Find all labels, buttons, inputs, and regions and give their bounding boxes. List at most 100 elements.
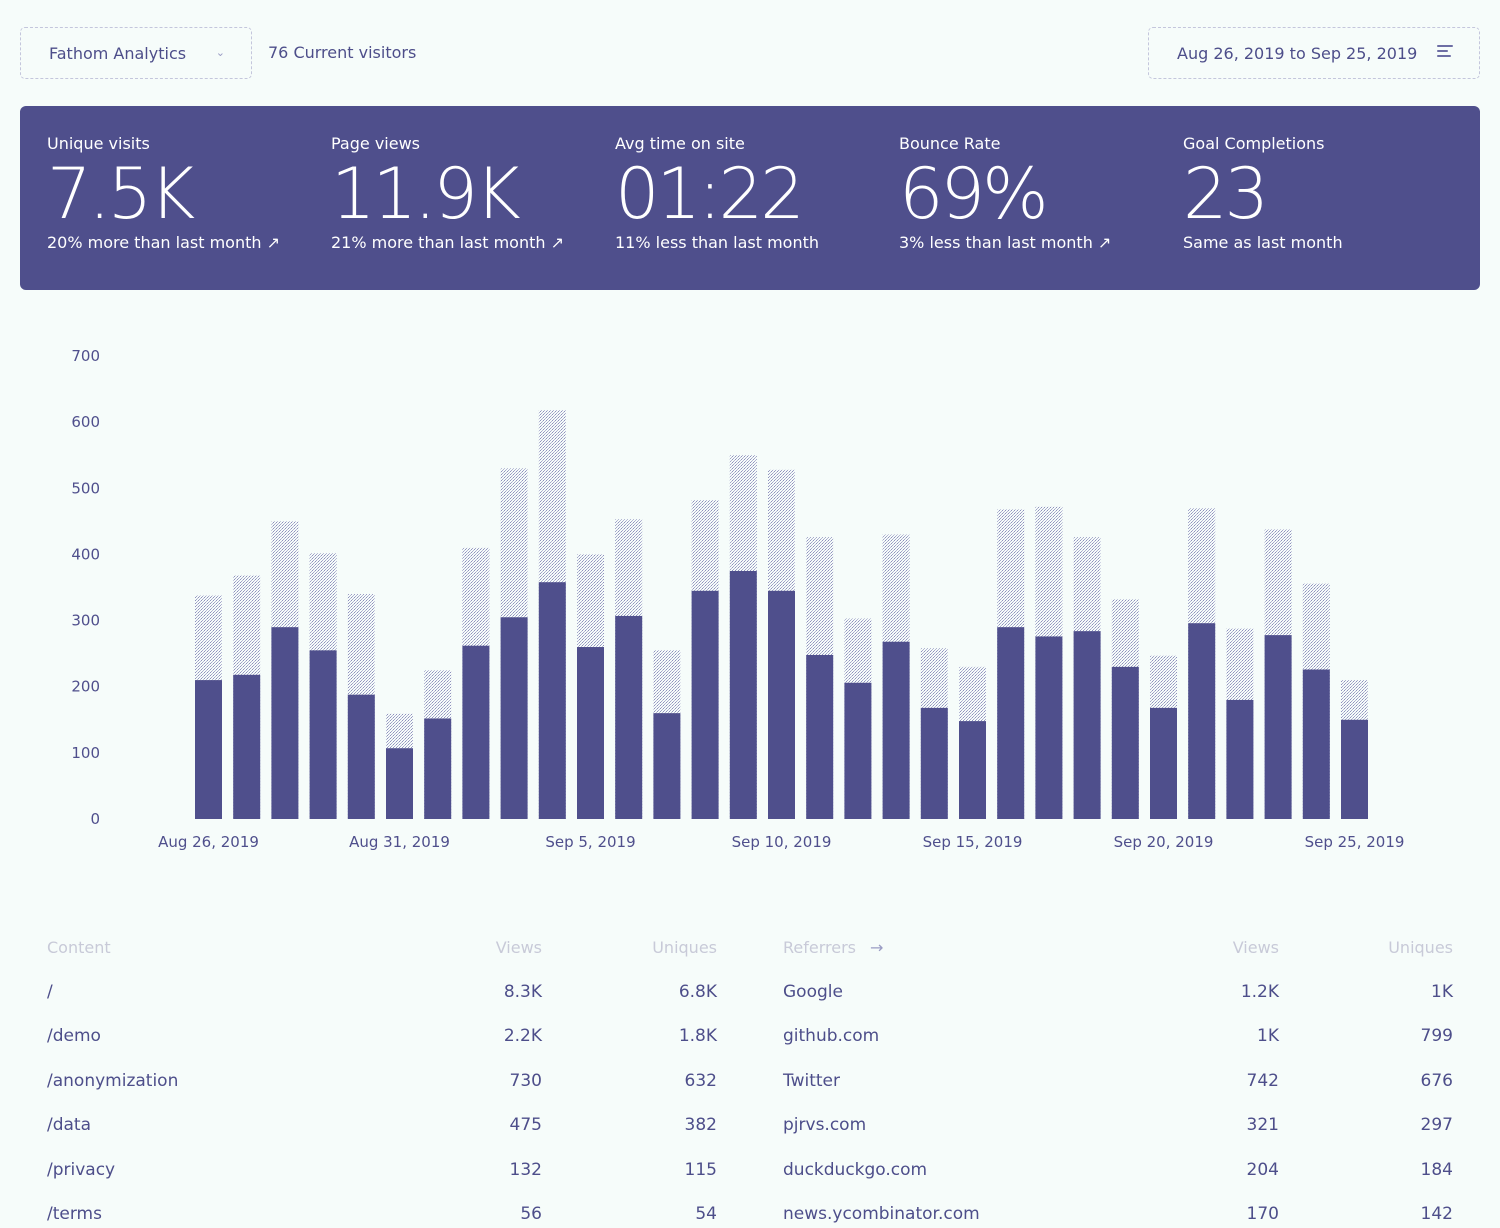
table-row[interactable]: Google 1.2K 1K — [783, 982, 1453, 1006]
stat-change: 21% more than last month ↗ — [331, 233, 564, 252]
page-path[interactable]: / — [47, 982, 53, 1002]
column-header-referrers[interactable]: Referrers → — [783, 938, 883, 960]
table-row[interactable]: /anonymization 730 632 — [47, 1071, 717, 1095]
stat-value: 7.5K — [47, 153, 195, 235]
table-row[interactable]: pjrvs.com 321 297 — [783, 1115, 1453, 1139]
views-value: 2.2K — [503, 1026, 542, 1046]
unique-visits-bar — [806, 654, 834, 819]
unique-visits-bar — [882, 641, 910, 819]
referrer-source[interactable]: Google — [783, 982, 843, 1002]
unique-visits-bar — [271, 627, 299, 819]
table-row[interactable]: /data 475 382 — [47, 1115, 717, 1139]
unique-visits-bar — [653, 713, 681, 819]
views-value: 730 — [509, 1071, 542, 1091]
page-path[interactable]: /terms — [47, 1204, 102, 1224]
unique-visits-bar — [577, 647, 604, 819]
unique-visits-bar — [462, 645, 490, 819]
page-path[interactable]: /data — [47, 1115, 91, 1135]
views-value: 8.3K — [503, 982, 542, 1002]
table-row[interactable]: / 8.3K 6.8K — [47, 982, 717, 1006]
stat-change: Same as last month — [1183, 233, 1343, 252]
stat-label: Avg time on site — [615, 134, 745, 153]
unique-visits-bar — [1188, 623, 1216, 819]
x-tick-label: Sep 10, 2019 — [732, 833, 832, 851]
unique-visits-bar — [691, 590, 719, 819]
unique-visits-bar — [538, 582, 566, 819]
y-tick-label: 700 — [71, 347, 100, 365]
x-tick-label: Sep 15, 2019 — [923, 833, 1023, 851]
unique-visits-bar — [500, 617, 528, 819]
uniques-value: 115 — [684, 1160, 717, 1180]
views-value: 321 — [1246, 1115, 1279, 1135]
unique-visits-bar — [729, 570, 757, 819]
views-value: 475 — [509, 1115, 542, 1135]
unique-visits-bar — [1341, 719, 1368, 819]
unique-visits-bar — [1226, 699, 1254, 819]
table-row[interactable]: duckduckgo.com 204 184 — [783, 1160, 1453, 1184]
column-header-uniques[interactable]: Uniques — [652, 938, 717, 960]
uniques-value: 54 — [695, 1204, 717, 1224]
stat-label: Page views — [331, 134, 420, 153]
unique-visits-bar — [233, 674, 261, 819]
y-tick-label: 300 — [71, 612, 100, 630]
table-row[interactable]: /demo 2.2K 1.8K — [47, 1026, 717, 1050]
uniques-value: 142 — [1420, 1204, 1453, 1224]
site-name: Fathom Analytics — [49, 43, 187, 63]
top-bar: Fathom Analytics ⌄ 76 Current visitors A… — [20, 27, 1480, 79]
unique-visits-bar — [1150, 707, 1177, 819]
unique-visits-bar — [1073, 631, 1101, 819]
referrer-source[interactable]: pjrvs.com — [783, 1115, 866, 1135]
stat-change: 3% less than last month ↗ — [899, 233, 1112, 252]
date-range-picker[interactable]: Aug 26, 2019 to Sep 25, 2019 — [1148, 27, 1480, 79]
stat-label: Goal Completions — [1183, 134, 1325, 153]
stat-value: 01:22 — [615, 153, 805, 235]
site-selector[interactable]: Fathom Analytics ⌄ — [20, 27, 252, 79]
unique-visits-bar — [347, 694, 375, 819]
unique-visits-bar — [195, 680, 222, 819]
column-header-views[interactable]: Views — [496, 938, 542, 960]
views-value: 170 — [1246, 1204, 1279, 1224]
stat-value: 11.9K — [331, 153, 521, 235]
unique-visits-bar — [424, 718, 452, 819]
column-header-views[interactable]: Views — [1233, 938, 1279, 960]
uniques-value: 632 — [684, 1071, 717, 1091]
unique-visits-bar — [959, 721, 986, 819]
table-row[interactable]: /privacy 132 115 — [47, 1160, 717, 1184]
column-header-content[interactable]: Content — [47, 938, 111, 960]
y-tick-label: 100 — [71, 744, 100, 762]
views-value: 204 — [1246, 1160, 1279, 1180]
page-path[interactable]: /demo — [47, 1026, 101, 1046]
table-row[interactable]: news.ycombinator.com 170 142 — [783, 1204, 1453, 1228]
table-row[interactable]: Twitter 742 676 — [783, 1071, 1453, 1095]
page-path[interactable]: /anonymization — [47, 1071, 178, 1091]
arrow-right-icon[interactable]: → — [870, 938, 883, 957]
referrer-source[interactable]: github.com — [783, 1026, 879, 1046]
unique-visits-bar — [997, 627, 1025, 819]
stat-label: Bounce Rate — [899, 134, 1001, 153]
views-value: 56 — [520, 1204, 542, 1224]
page-path[interactable]: /privacy — [47, 1160, 115, 1180]
date-range-label: Aug 26, 2019 to Sep 25, 2019 — [1177, 43, 1418, 63]
referrer-source[interactable]: news.ycombinator.com — [783, 1204, 980, 1224]
y-tick-label: 500 — [71, 479, 100, 497]
referrer-source[interactable]: duckduckgo.com — [783, 1160, 927, 1180]
stat-avg-time: Avg time on site 01:22 11% less than las… — [615, 134, 819, 252]
stat-value: 23 — [1183, 153, 1269, 235]
referrer-source[interactable]: Twitter — [783, 1071, 840, 1091]
table-header: Content Views Uniques — [47, 938, 717, 962]
column-header-uniques[interactable]: Uniques — [1388, 938, 1453, 960]
unique-visits-bar — [1035, 636, 1063, 819]
stat-change: 20% more than last month ↗ — [47, 233, 280, 252]
x-tick-label: Sep 25, 2019 — [1305, 833, 1405, 851]
visits-bar-chart: 700 600 500 400 300 200 100 0 Aug 26, 2019 Aug 3… — [71, 347, 1405, 851]
views-value: 132 — [509, 1160, 542, 1180]
stat-change: 11% less than last month — [615, 233, 820, 252]
stat-unique-visits: Unique visits 7.5K 20% more than last mo… — [47, 134, 280, 252]
unique-visits-bar — [1264, 635, 1292, 819]
unique-visits-bar — [1111, 666, 1139, 819]
stat-goal-completions: Goal Completions 23 Same as last month — [1183, 134, 1343, 252]
uniques-value: 6.8K — [678, 982, 717, 1002]
table-row[interactable]: github.com 1K 799 — [783, 1026, 1453, 1050]
table-row[interactable]: /terms 56 54 — [47, 1204, 717, 1228]
x-tick-label: Sep 20, 2019 — [1114, 833, 1214, 851]
